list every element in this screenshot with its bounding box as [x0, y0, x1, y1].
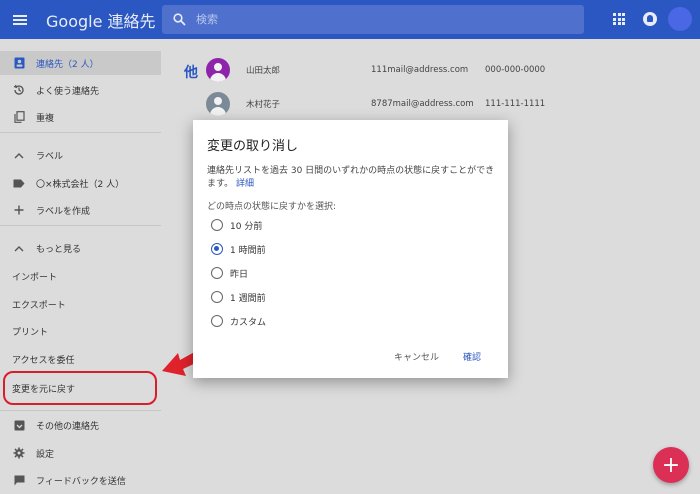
- details-link[interactable]: 詳細: [236, 179, 254, 189]
- sidebar-item-label: もっと見る: [36, 244, 82, 255]
- radio-label: カスタム: [230, 317, 267, 328]
- sidebar-item-label: よく使う連絡先: [36, 86, 100, 97]
- sidebar-item-label: アクセスを委任: [12, 355, 75, 366]
- contact-avatar: [206, 92, 230, 116]
- search-bar[interactable]: [162, 5, 584, 34]
- sidebar-item-import[interactable]: インポート: [0, 264, 161, 288]
- sidebar-item-print[interactable]: プリント: [0, 319, 161, 343]
- highlight-annotation-box: [3, 371, 157, 405]
- contact-phone: 111-111-1111: [485, 99, 546, 109]
- contact-name: 山田太郎: [246, 66, 281, 76]
- search-input[interactable]: [196, 13, 556, 26]
- dialog-title: 変更の取り消し: [207, 139, 299, 154]
- confirm-button[interactable]: 確認: [463, 350, 481, 363]
- radio-label: 昨日: [230, 269, 249, 280]
- sidebar-item-label: 〇×株式会社（2 人）: [36, 179, 125, 190]
- contact-email: 111mail@address.com: [371, 65, 469, 75]
- add-contact-button[interactable]: +: [653, 447, 689, 483]
- sidebar-item-export[interactable]: エクスポート: [0, 292, 161, 316]
- chevron-up-icon: [12, 148, 26, 162]
- radio-button[interactable]: [211, 267, 223, 279]
- radio-button-selected[interactable]: [211, 243, 223, 255]
- radio-option-10min[interactable]: 10 分前: [211, 218, 262, 232]
- sidebar-item-contacts[interactable]: 連絡先（2 人）: [0, 51, 161, 75]
- notifications-icon[interactable]: [643, 12, 657, 26]
- sidebar-item-other-contacts[interactable]: その他の連絡先: [0, 413, 161, 437]
- sidebar-item-label: その他の連絡先: [36, 421, 100, 432]
- hamburger-menu-icon: [13, 14, 27, 25]
- account-avatar[interactable]: [668, 7, 692, 31]
- sidebar-item-label: 連絡先（2 人）: [36, 59, 99, 70]
- chevron-up-icon: [12, 241, 26, 255]
- radio-option-yesterday[interactable]: 昨日: [211, 266, 248, 280]
- label-icon: [12, 176, 26, 190]
- google-apps-icon[interactable]: [613, 13, 625, 25]
- dialog-prompt: どの時点の状態に戻すかを選択:: [207, 202, 337, 212]
- contact-phone: 000-000-0000: [485, 65, 546, 75]
- sidebar-item-duplicates[interactable]: 重複: [0, 105, 161, 129]
- sidebar-item-delegate-access[interactable]: アクセスを委任: [0, 347, 161, 371]
- sidebar-item-more-toggle[interactable]: もっと見る: [0, 236, 161, 260]
- contact-row[interactable]: 木村花子 8787mail@address.com 111-111-1111: [206, 91, 606, 117]
- sidebar-item-feedback[interactable]: フィードバックを送信: [0, 468, 161, 492]
- radio-option-custom[interactable]: カスタム: [211, 314, 266, 328]
- sidebar-item-label: フィードバックを送信: [36, 476, 126, 487]
- contact-row[interactable]: 山田太郎 111mail@address.com 000-000-0000: [206, 57, 606, 83]
- radio-label: 10 分前: [230, 221, 263, 232]
- app-title: Google 連絡先: [46, 11, 156, 31]
- sidebar-item-label: ラベル: [36, 151, 64, 162]
- sidebar-item-label: 設定: [36, 449, 55, 460]
- sidebar-item-label-company[interactable]: 〇×株式会社（2 人）: [0, 171, 161, 195]
- sidebar-item-label: ラベルを作成: [36, 206, 91, 217]
- search-icon: [162, 13, 196, 26]
- radio-label: 1 週間前: [230, 293, 266, 304]
- contact-name: 木村花子: [246, 100, 281, 110]
- undo-changes-dialog: 変更の取り消し 連絡先リストを過去 30 日間のいずれかの時点の状態に戻すことが…: [193, 120, 508, 378]
- archive-icon: [12, 418, 26, 432]
- gear-icon: [12, 446, 26, 460]
- sidebar-item-create-label[interactable]: ラベルを作成: [0, 198, 161, 222]
- radio-button[interactable]: [211, 219, 223, 231]
- feedback-icon: [12, 473, 26, 487]
- radio-option-1week[interactable]: 1 週間前: [211, 290, 266, 304]
- radio-label: 1 時間前: [230, 245, 266, 256]
- contact-avatar: [206, 58, 230, 82]
- sidebar-item-label: インポート: [12, 272, 58, 283]
- radio-button[interactable]: [211, 291, 223, 303]
- history-icon: [12, 83, 26, 97]
- radio-button[interactable]: [211, 315, 223, 327]
- sidebar-divider: [0, 410, 161, 411]
- sidebar-item-labels-toggle[interactable]: ラベル: [0, 143, 161, 167]
- contact-email: 8787mail@address.com: [371, 99, 474, 109]
- sidebar-divider: [0, 225, 161, 226]
- sidebar-item-label: エクスポート: [12, 300, 66, 311]
- sidebar-item-label: プリント: [12, 327, 49, 338]
- sidebar-item-label: 重複: [36, 113, 55, 124]
- duplicate-icon: [12, 110, 26, 124]
- sidebar-divider: [0, 132, 161, 133]
- sidebar-item-frequent[interactable]: よく使う連絡先: [0, 78, 161, 102]
- contacts-icon: [12, 56, 26, 70]
- radio-option-1hour[interactable]: 1 時間前: [211, 242, 266, 256]
- sidebar-item-settings[interactable]: 設定: [0, 441, 161, 465]
- add-icon: [12, 203, 26, 217]
- main-menu-button[interactable]: [0, 0, 40, 39]
- group-letter: 他: [184, 65, 198, 81]
- cancel-button[interactable]: キャンセル: [394, 350, 439, 363]
- dialog-description: 連絡先リストを過去 30 日間のいずれかの時点の状態に戻すことができます。 詳細: [207, 165, 499, 191]
